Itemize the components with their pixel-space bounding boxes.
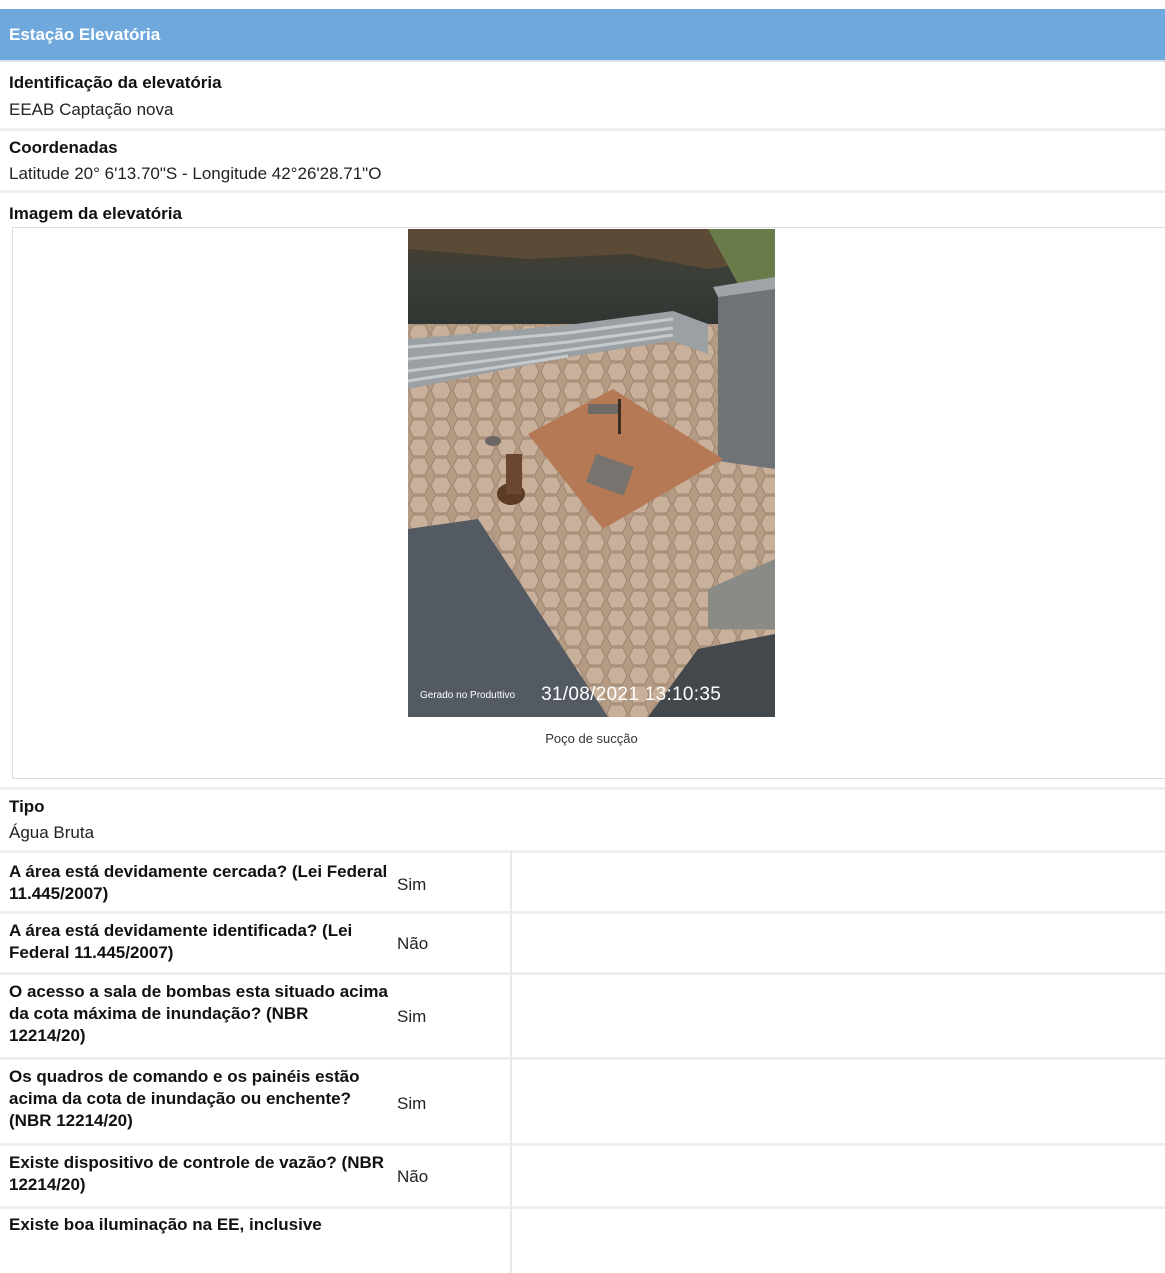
station-photo-graphic: [408, 229, 775, 717]
divider: [0, 787, 1165, 790]
answer-value: Não: [397, 934, 429, 953]
field-value: Água Bruta: [9, 823, 95, 842]
table-row: Existe dispositivo de controle de vazão?…: [0, 1143, 1165, 1206]
field-value: EEAB Captação nova: [9, 100, 174, 119]
table-row: Os quadros de comando e os painéis estão…: [0, 1057, 1165, 1143]
watermark-brand: Gerado no Produttivo: [420, 689, 516, 701]
photo-caption: Poço de sucção: [545, 731, 638, 746]
answer-value: Sim: [397, 875, 427, 894]
field-label: Tipo: [9, 797, 45, 816]
table-row: A área está devidamente identificada? (L…: [0, 911, 1165, 972]
field-imagem: Imagem da elevatória: [9, 203, 182, 225]
answer-value: Não: [397, 1167, 429, 1186]
column-divider: [510, 850, 512, 1273]
divider: [0, 128, 1165, 131]
question-text: Existe dispositivo de controle de vazão?…: [9, 1153, 385, 1194]
field-tipo: Tipo Água Bruta: [9, 796, 94, 844]
answer-value: Sim: [397, 1007, 427, 1026]
divider: [0, 190, 1165, 193]
photo-timestamp: 31/08/2021 13:10:35: [541, 684, 722, 705]
table-row: A área está devidamente cercada? (Lei Fe…: [0, 850, 1165, 911]
section-header: Estação Elevatória: [0, 9, 1165, 62]
station-photo[interactable]: Gerado no Produttivo 31/08/2021 13:10:35: [408, 229, 775, 717]
question-text: Os quadros de comando e os painéis estão…: [9, 1067, 360, 1130]
answer-value: Sim: [397, 1094, 427, 1113]
field-identificacao: Identificação da elevatória EEAB Captaçã…: [9, 72, 222, 121]
field-label: Coordenadas: [9, 138, 118, 157]
photo-watermark: Gerado no Produttivo 31/08/2021 13:10:35: [408, 673, 775, 717]
field-label: Identificação da elevatória: [9, 73, 222, 92]
question-text: O acesso a sala de bombas esta situado a…: [9, 982, 388, 1045]
field-coordenadas: Coordenadas Latitude 20° 6'13.70"S - Lon…: [9, 137, 381, 185]
question-text: A área está devidamente cercada? (Lei Fe…: [9, 862, 388, 903]
field-value: Latitude 20° 6'13.70"S - Longitude 42°26…: [9, 164, 382, 183]
table-row: O acesso a sala de bombas esta situado a…: [0, 972, 1165, 1057]
question-text: Existe boa iluminação na EE, inclusive: [9, 1215, 322, 1234]
table-row: Existe boa iluminação na EE, inclusive: [0, 1206, 1165, 1273]
field-label: Imagem da elevatória: [9, 204, 182, 223]
question-text: A área está devidamente identificada? (L…: [9, 921, 353, 962]
section-title: Estação Elevatória: [9, 24, 161, 44]
